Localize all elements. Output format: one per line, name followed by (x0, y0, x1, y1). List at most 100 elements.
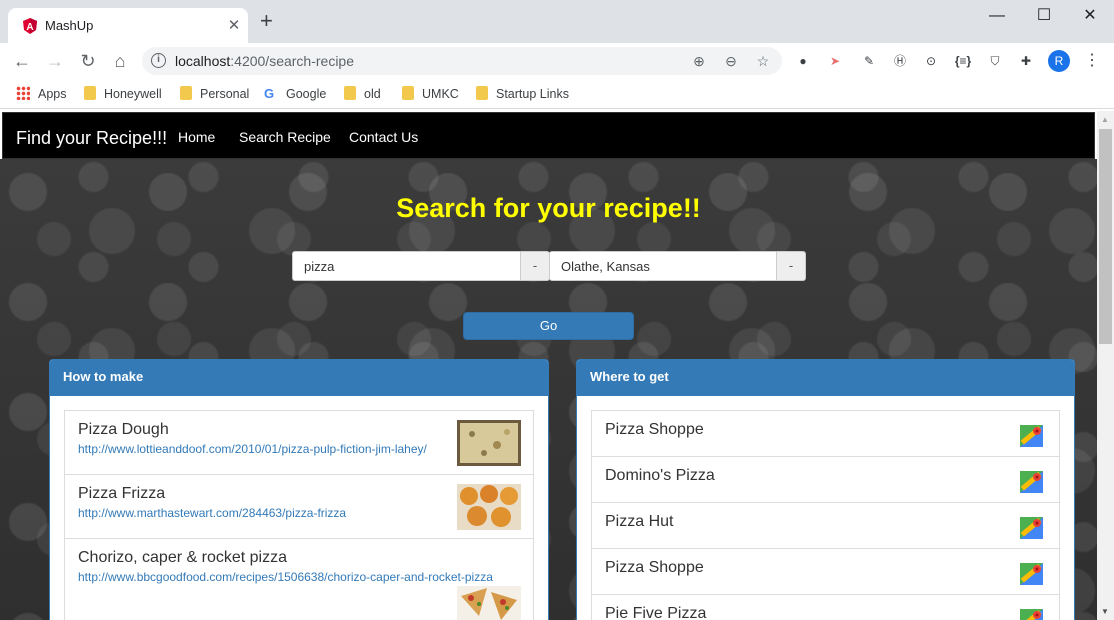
scroll-down-icon[interactable]: ▼ (1101, 607, 1109, 616)
folder-icon (344, 86, 356, 100)
extension-circle-icon[interactable]: ● (794, 52, 812, 70)
bookmark-umkc[interactable]: UMKC (402, 85, 459, 103)
recipe-thumbnail-image (457, 586, 521, 620)
scrollbar-thumb[interactable] (1099, 129, 1112, 344)
address-bar[interactable]: i localhost:4200/search-recipe ⊕ ⊖ ☆ (142, 47, 782, 75)
go-button[interactable]: Go (463, 312, 634, 340)
extension-arrow-icon[interactable]: ➤ (826, 52, 844, 70)
store-item: Pizza Shoppe (592, 549, 1059, 595)
store-list: Pizza Shoppe Domino's Pizza Pizza Hut Pi… (591, 410, 1060, 620)
recipe-name: Pizza Frizza (78, 485, 166, 502)
bookmark-startup-links[interactable]: Startup Links (476, 85, 569, 103)
extension-json-icon[interactable]: {≡} (954, 52, 972, 70)
svg-text:A: A (26, 22, 33, 33)
folder-icon (180, 86, 192, 100)
folder-icon (84, 86, 96, 100)
google-maps-icon[interactable] (1020, 563, 1043, 585)
navbar-brand[interactable]: Find your Recipe!!! (16, 128, 167, 149)
google-maps-icon[interactable] (1020, 609, 1043, 620)
where-to-get-panel: Where to get Pizza Shoppe Domino's Pizza… (576, 359, 1075, 620)
google-maps-icon[interactable] (1020, 517, 1043, 539)
page-scrollbar[interactable]: ▲ ▼ (1097, 111, 1114, 620)
folder-icon (476, 86, 488, 100)
tab-close-icon[interactable]: ✕ (225, 16, 243, 34)
google-maps-icon[interactable] (1020, 425, 1043, 447)
url-path: :4200/search-recipe (230, 53, 355, 69)
recipe-input-group: - (292, 251, 550, 281)
folder-icon (402, 86, 414, 100)
recipe-thumbnail-image (457, 420, 521, 466)
google-maps-icon[interactable] (1020, 471, 1043, 493)
close-window-button[interactable]: ✕ (1067, 4, 1113, 28)
bookmark-honeywell[interactable]: Honeywell (84, 85, 162, 103)
panel-heading: How to make (50, 360, 548, 396)
recipe-item: Pizza Frizza http://www.marthastewart.co… (65, 475, 533, 539)
browser-tab[interactable]: A MashUp ✕ (8, 8, 248, 43)
star-icon[interactable]: ☆ (754, 52, 772, 70)
scroll-up-icon[interactable]: ▲ (1101, 115, 1109, 124)
how-to-make-panel: How to make Pizza Dough http://www.lotti… (49, 359, 549, 620)
bookmark-label: Google (286, 87, 327, 101)
store-name: Domino's Pizza (605, 467, 715, 484)
recipe-link[interactable]: http://www.lottieanddoof.com/2010/01/piz… (78, 442, 427, 456)
bookmark-label: Personal (200, 87, 250, 101)
location-input-addon: - (777, 251, 806, 281)
nav-link-home[interactable]: Home (178, 129, 215, 145)
bookmark-label: old (364, 87, 381, 101)
recipe-name: Pizza Dough (78, 421, 169, 438)
bookmark-label: Startup Links (496, 87, 569, 101)
extension-pen-icon[interactable]: ✎ (860, 52, 878, 70)
store-item: Pie Five Pizza (592, 595, 1059, 620)
reload-icon[interactable]: ↻ (76, 49, 100, 73)
bookmark-label: Honeywell (104, 87, 162, 101)
recipe-name: Chorizo, caper & rocket pizza (78, 549, 287, 566)
panel-heading: Where to get (577, 360, 1074, 396)
location-icon[interactable]: ⊕ (690, 52, 708, 70)
back-arrow-icon[interactable]: ← (10, 49, 34, 73)
browser-titlebar: A MashUp ✕ + — ☐ ✕ (0, 0, 1114, 43)
extension-dots-icon[interactable]: ⊙ (922, 52, 940, 70)
store-name: Pie Five Pizza (605, 605, 707, 620)
url-text[interactable]: localhost:4200/search-recipe (175, 53, 354, 69)
tab-title: MashUp (45, 18, 94, 33)
recipe-link[interactable]: http://www.marthastewart.com/284463/pizz… (78, 506, 346, 520)
maximize-button[interactable]: ☐ (1021, 4, 1067, 28)
bookmark-label: UMKC (422, 87, 459, 101)
new-tab-button[interactable]: + (260, 10, 273, 32)
page-heading: Search for your recipe!! (396, 193, 701, 223)
site-info-icon[interactable]: i (151, 53, 166, 68)
nav-link-search-recipe[interactable]: Search Recipe (239, 129, 331, 145)
bookmarks-bar: Apps Honeywell Personal G Google old UMKC… (0, 79, 1114, 109)
bookmark-google[interactable]: G Google (264, 85, 326, 103)
extension-shield-icon[interactable]: ⛉ (986, 52, 1004, 70)
bookmark-apps[interactable]: Apps (16, 85, 67, 103)
location-input-group: - (549, 251, 806, 281)
recipe-search-input[interactable] (292, 251, 521, 281)
page-viewport: Find your Recipe!!! Home Search Recipe C… (0, 111, 1114, 620)
bookmark-personal[interactable]: Personal (180, 85, 249, 103)
recipe-list: Pizza Dough http://www.lottieanddoof.com… (64, 410, 534, 620)
google-icon: G (264, 86, 275, 101)
forward-arrow-icon[interactable]: → (43, 49, 67, 73)
extensions-puzzle-icon[interactable]: ✚ (1017, 52, 1035, 70)
recipe-item: Pizza Dough http://www.lottieanddoof.com… (65, 411, 533, 475)
minimize-button[interactable]: — (974, 4, 1020, 28)
apps-grid-icon (16, 86, 30, 100)
nav-link-contact-us[interactable]: Contact Us (349, 129, 418, 145)
extension-h-icon[interactable]: Ⓗ (891, 52, 909, 70)
bookmark-label: Apps (38, 87, 67, 101)
store-name: Pizza Shoppe (605, 559, 704, 576)
store-item: Pizza Shoppe (592, 411, 1059, 457)
recipe-item: Chorizo, caper & rocket pizza http://www… (65, 539, 533, 620)
bookmark-old[interactable]: old (344, 85, 381, 103)
store-item: Domino's Pizza (592, 457, 1059, 503)
recipe-link[interactable]: http://www.bbcgoodfood.com/recipes/15066… (78, 570, 493, 584)
store-name: Pizza Hut (605, 513, 674, 530)
zoom-icon[interactable]: ⊖ (722, 52, 740, 70)
profile-avatar[interactable]: R (1048, 50, 1070, 72)
browser-toolbar: ← → ↻ ⌂ i localhost:4200/search-recipe ⊕… (0, 43, 1114, 79)
location-search-input[interactable] (549, 251, 777, 281)
site-navbar: Find your Recipe!!! Home Search Recipe C… (2, 112, 1095, 159)
home-icon[interactable]: ⌂ (108, 49, 132, 73)
menu-dots-icon[interactable]: ⋮ (1083, 52, 1101, 70)
